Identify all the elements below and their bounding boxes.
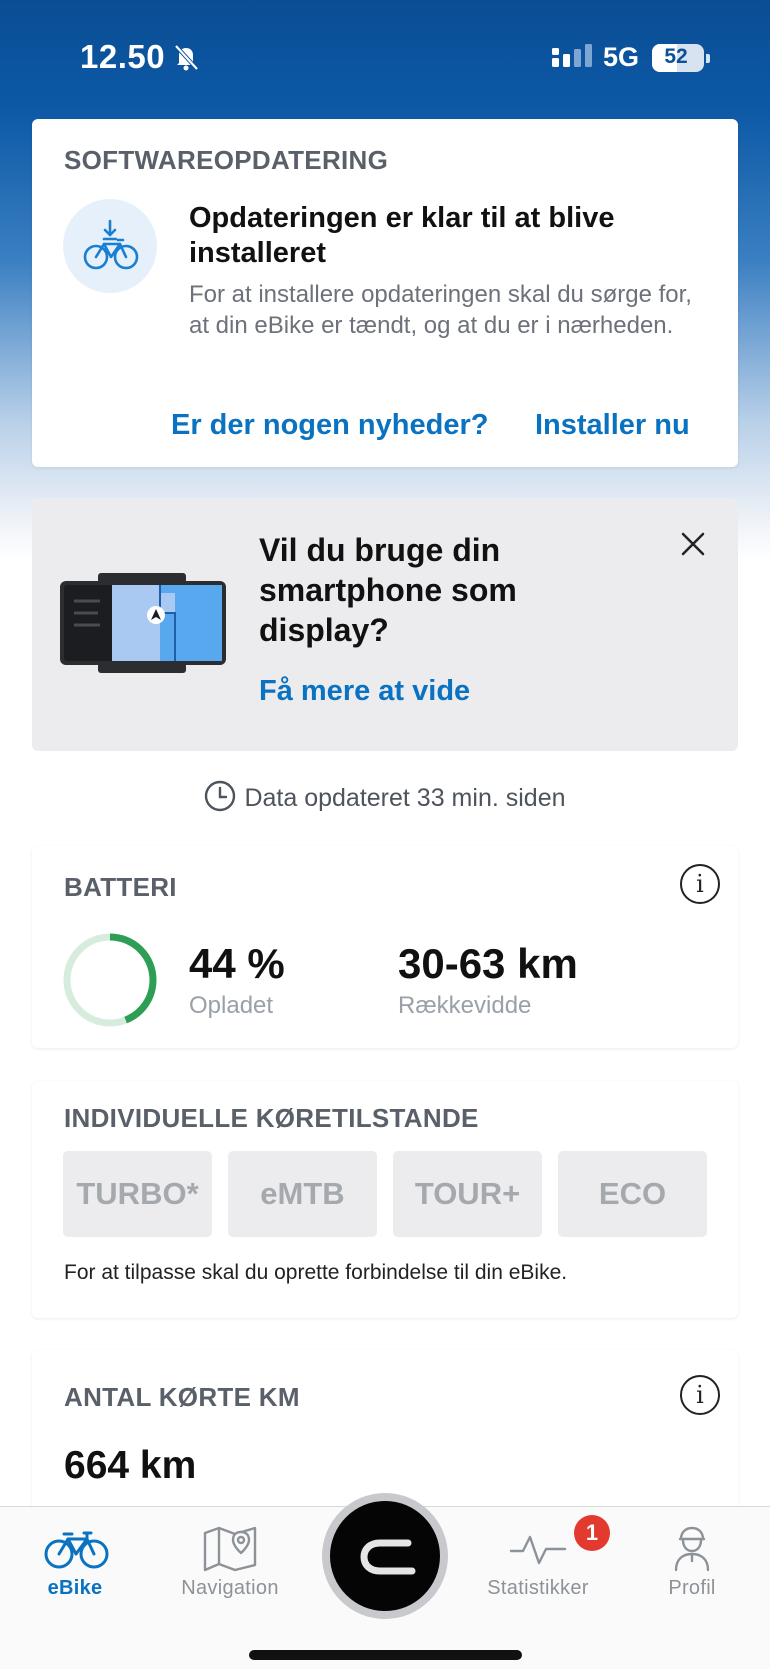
promo-heading: Vil du bruge din smartphone som display? [259, 532, 517, 648]
return-arrow-icon [360, 1539, 416, 1575]
charge-label: Opladet [189, 992, 274, 1019]
riding-modes-title: INDIVIDUELLE KØRETILSTANDE [64, 1103, 479, 1133]
battery-charge-ring [63, 933, 157, 1027]
tab-bar: eBike Navigation Statistikker 1 Profil [0, 1493, 770, 1669]
battery-title: BATTERI [64, 872, 177, 902]
update-heading: Opdateringen er klar til at blive instal… [189, 202, 615, 269]
range-value: 30-63 km [398, 940, 578, 987]
learn-more-link[interactable]: Få mere at vide [259, 675, 470, 708]
mode-emtb[interactable]: eMTB [228, 1151, 377, 1237]
news-link[interactable]: Er der nogen nyheder? [171, 409, 488, 442]
distance-value: 664 km [64, 1444, 197, 1487]
software-update-card: SOFTWAREOPDATERING Opdateringen er klar … [32, 119, 738, 467]
profile-icon [674, 1526, 710, 1572]
center-action-inner [330, 1501, 440, 1611]
tab-ebike[interactable]: eBike [0, 1507, 150, 1617]
distance-title: ANTAL KØRTE KM [64, 1382, 300, 1412]
battery-percent: 52 [664, 45, 688, 68]
data-updated-info: Data opdateret 33 min. siden [0, 780, 770, 819]
center-action-button[interactable] [322, 1493, 448, 1619]
charge-value: 44 % [189, 940, 285, 987]
status-bar: 12.50 5G 52 [0, 0, 770, 115]
smartphone-display-illustration [60, 573, 226, 673]
map-icon [203, 1526, 257, 1572]
tab-profile[interactable]: Profil [617, 1507, 767, 1617]
close-icon[interactable] [675, 526, 711, 562]
bike-download-icon [63, 199, 157, 293]
tab-statistics-label: Statistikker [487, 1577, 589, 1599]
bell-off-icon [174, 44, 199, 71]
tab-navigation[interactable]: Navigation [155, 1507, 305, 1617]
smartphone-display-promo[interactable]: Vil du bruge din smartphone som display?… [32, 498, 738, 751]
cellular-signal-icon [552, 44, 592, 67]
home-indicator [249, 1650, 522, 1660]
tab-profile-label: Profil [668, 1577, 716, 1599]
notification-badge: 1 [574, 1515, 610, 1551]
range-label: Rækkevidde [398, 992, 532, 1019]
mode-tour-plus[interactable]: TOUR+ [393, 1151, 542, 1237]
mode-eco[interactable]: ECO [558, 1151, 707, 1237]
bike-icon [44, 1531, 109, 1569]
update-description: For at installere opdateringen skal du s… [189, 281, 692, 339]
software-update-title: SOFTWAREOPDATERING [64, 145, 389, 175]
battery-nub [706, 54, 710, 63]
riding-modes-card: INDIVIDUELLE KØRETILSTANDE TURBO* eMTB T… [32, 1081, 738, 1318]
install-now-link[interactable]: Installer nu [535, 409, 690, 442]
battery-indicator: 52 [652, 44, 710, 72]
battery-card: BATTERI i 44 % Opladet 30-63 km Rækkevid… [32, 846, 738, 1048]
modes-connect-note: For at tilpasse skal du oprette forbinde… [64, 1261, 568, 1284]
status-time: 12.50 [80, 38, 166, 75]
tab-ebike-label: eBike [47, 1577, 103, 1599]
mode-turbo[interactable]: TURBO* [63, 1151, 212, 1237]
tab-navigation-label: Navigation [181, 1577, 279, 1599]
battery-info-icon[interactable]: i [680, 864, 720, 904]
clock-icon [204, 780, 236, 819]
distance-info-icon[interactable]: i [680, 1375, 720, 1415]
data-updated-text: Data opdateret 33 min. siden [244, 784, 566, 812]
network-type: 5G [603, 42, 640, 72]
